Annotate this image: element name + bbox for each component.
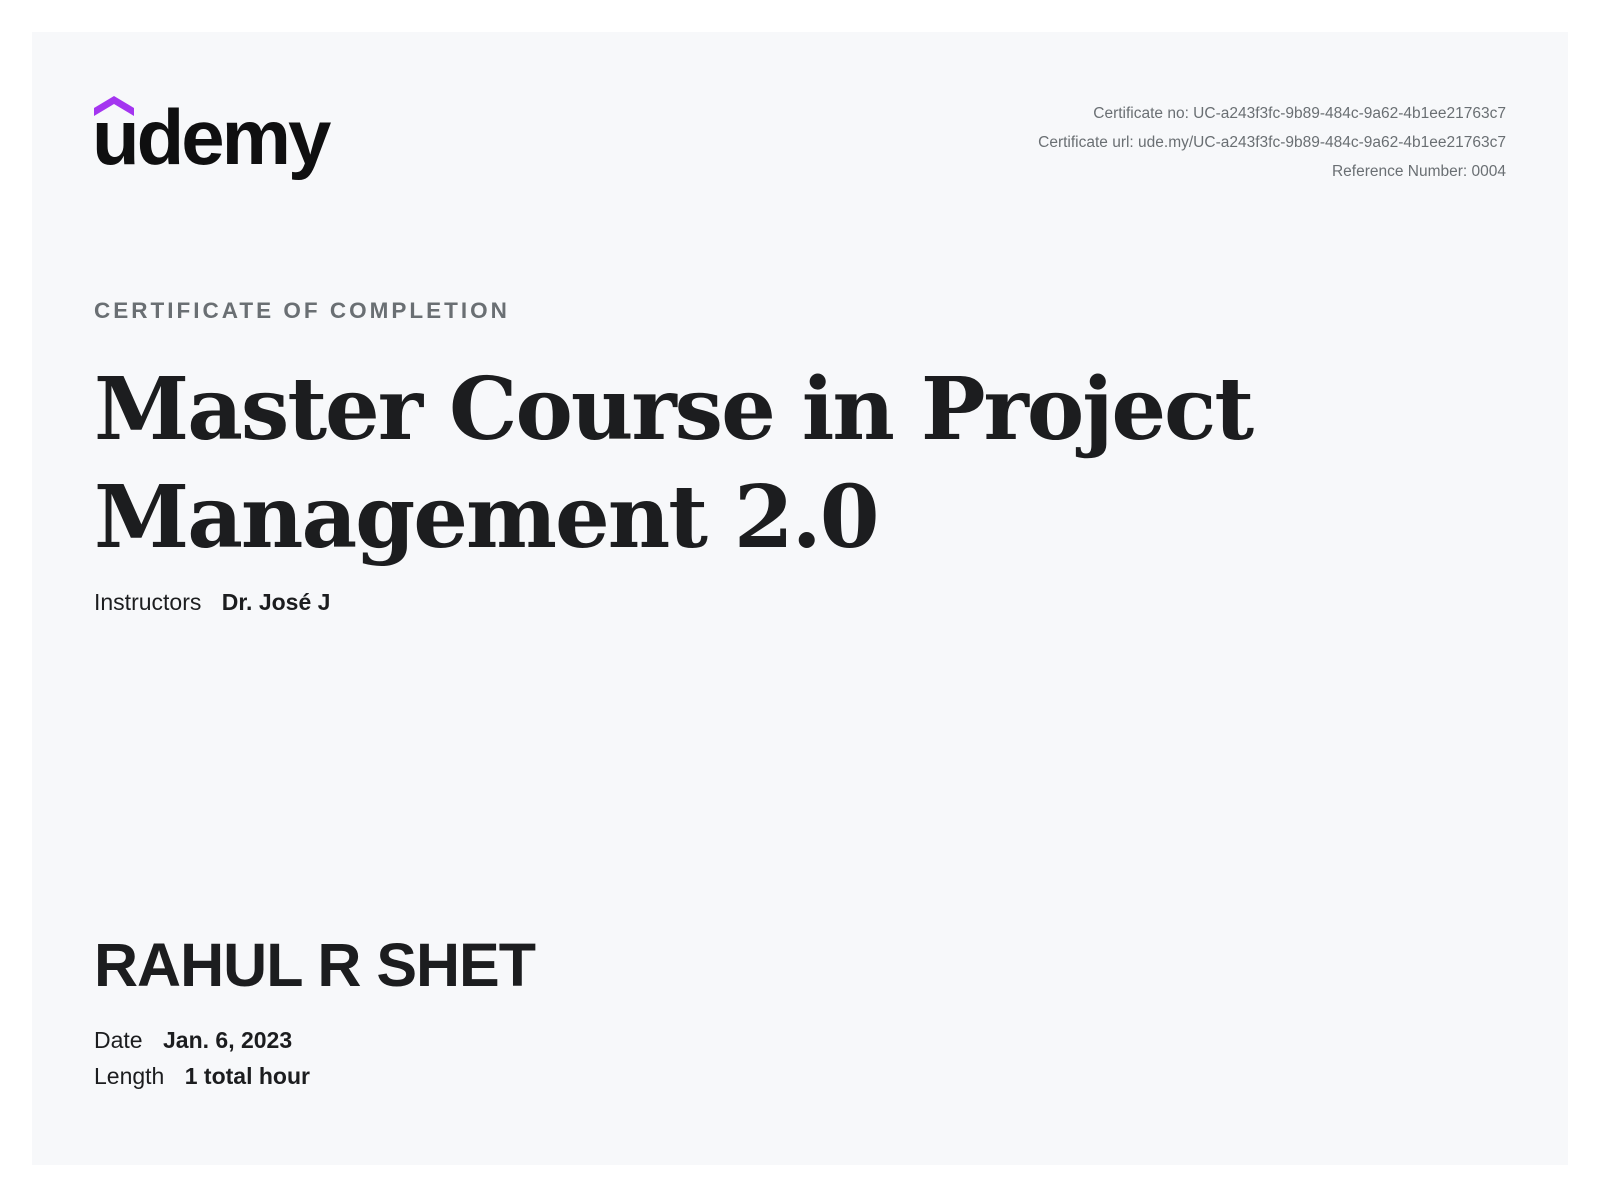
certificate-url[interactable]: Certificate url: ude.my/UC-a243f3fc-9b89… — [1038, 128, 1506, 157]
recipient-name: RAHUL R SHET — [94, 931, 536, 999]
reference-number: Reference Number: 0004 — [1331, 163, 1506, 180]
certificate: udemy Certificate no: UC-a243f3fc-9b89-4… — [32, 32, 1568, 1165]
length-label: Length — [94, 1063, 165, 1089]
logo-wordmark: udemy — [92, 93, 331, 181]
instructors-label: Instructors — [94, 589, 202, 615]
date-label: Date — [94, 1027, 143, 1053]
length-line: Length 1 total hour — [94, 1063, 310, 1090]
instructors-line: Instructors Dr. José J — [94, 589, 330, 616]
date-value: Jan. 6, 2023 — [162, 1027, 293, 1053]
instructors-value: Dr. José J — [221, 589, 331, 615]
certificate-eyebrow: CERTIFICATE OF COMPLETION — [94, 298, 510, 323]
certificate-meta: Certificate no: UC-a243f3fc-9b89-484c-9a… — [1038, 99, 1506, 186]
length-value: 1 total hour — [184, 1063, 310, 1089]
certificate-number: Certificate no: UC-a243f3fc-9b89-484c-9a… — [1093, 105, 1506, 122]
course-title: Master Course in Project Management 2.0 — [94, 359, 1254, 568]
udemy-logo: udemy — [92, 93, 364, 194]
date-line: Date Jan. 6, 2023 — [94, 1027, 292, 1054]
